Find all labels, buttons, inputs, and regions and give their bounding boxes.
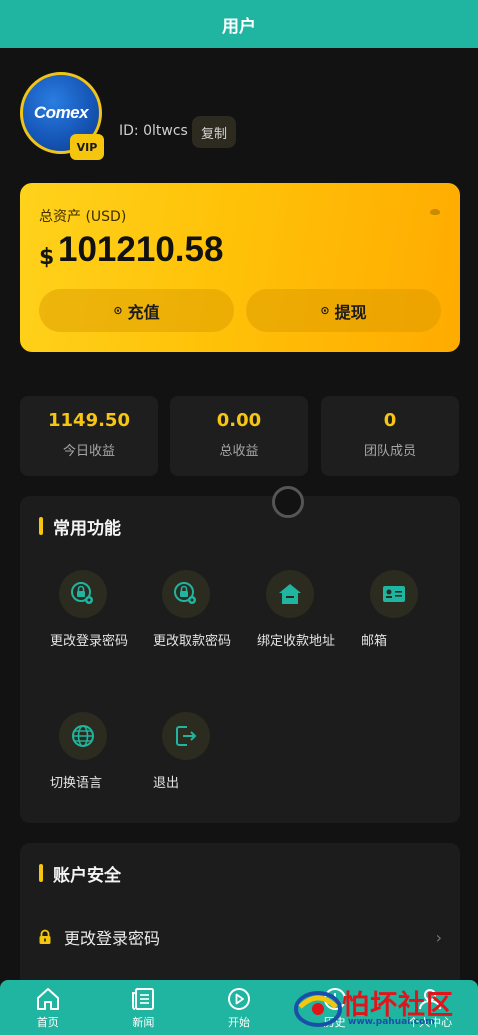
stat-value: 1149.50 bbox=[48, 410, 130, 431]
tab-news[interactable]: 新闻 bbox=[96, 980, 192, 1035]
globe-icon bbox=[59, 712, 107, 760]
stat-label: 今日收益 bbox=[62, 444, 115, 459]
history-icon bbox=[323, 988, 346, 1010]
account-security-card: 账户安全 更改登录密码 › bbox=[20, 843, 460, 1003]
copy-id-button[interactable]: 复制 bbox=[192, 116, 237, 148]
stat-value: 0 bbox=[383, 410, 397, 431]
func-email[interactable]: 邮箱 bbox=[361, 570, 451, 654]
tab-label: 历史 bbox=[323, 1016, 346, 1029]
total-assets-card: 总资产 (USD) $ 101210.58 ⊙ 充值 ⊙ 提现 bbox=[20, 183, 460, 352]
func-change-withdraw-password[interactable]: 更改取款密码 bbox=[153, 570, 243, 654]
tab-history[interactable]: 历史 bbox=[287, 980, 383, 1035]
security-row-label: 更改登录密码 bbox=[64, 929, 161, 948]
func-label: 邮箱 bbox=[361, 634, 388, 649]
func-change-login-password[interactable]: 更改登录密码 bbox=[50, 570, 140, 654]
tab-profile[interactable]: 个人中心 bbox=[382, 980, 478, 1035]
chevron-right-icon: › bbox=[435, 927, 442, 947]
withdraw-icon: ⊙ bbox=[320, 304, 330, 317]
stat-total-earnings: 0.00 总收益 bbox=[170, 396, 308, 476]
news-icon bbox=[132, 988, 155, 1010]
lock-icon bbox=[38, 929, 52, 945]
app-header: 用户 bbox=[0, 0, 478, 48]
total-assets-amount: 101210.58 bbox=[58, 230, 224, 269]
func-label: 更改登录密码 bbox=[50, 634, 129, 649]
page-title: 用户 bbox=[222, 16, 256, 37]
loading-spinner bbox=[272, 486, 304, 518]
vip-badge: VIP bbox=[70, 134, 104, 160]
user-icon bbox=[419, 989, 442, 1010]
tab-label: 首页 bbox=[36, 1016, 59, 1029]
func-label: 更改取款密码 bbox=[153, 634, 232, 649]
user-id: ID: 0ltwcs bbox=[119, 123, 188, 139]
total-assets-label: 总资产 (USD) bbox=[39, 209, 127, 225]
recharge-label: 充值 bbox=[127, 302, 160, 322]
bottom-tab-bar: 首页 新闻 开始 历史 个人中心 bbox=[0, 980, 478, 1035]
security-row-change-login-password[interactable]: 更改登录密码 › bbox=[38, 923, 442, 951]
stat-today-earnings: 1149.50 今日收益 bbox=[20, 396, 158, 476]
tab-label: 个人中心 bbox=[408, 1016, 453, 1029]
common-functions-card: 常用功能 更改登录密码 更改取款密码 绑定收款地址 邮箱 切换语言 退出 bbox=[20, 496, 460, 823]
stat-label: 团队成员 bbox=[363, 444, 416, 459]
play-icon bbox=[227, 988, 250, 1010]
tab-home[interactable]: 首页 bbox=[0, 980, 96, 1035]
logout-icon bbox=[162, 712, 210, 760]
tab-start[interactable]: 开始 bbox=[191, 980, 287, 1035]
section-title: 常用功能 bbox=[39, 516, 121, 539]
stat-value: 0.00 bbox=[216, 410, 262, 431]
currency-symbol: $ bbox=[39, 245, 55, 270]
section-title: 账户安全 bbox=[39, 863, 121, 886]
tab-label: 开始 bbox=[227, 1016, 250, 1029]
lock-gear-icon bbox=[162, 570, 210, 618]
eye-icon[interactable] bbox=[430, 209, 440, 215]
recharge-icon: ⊙ bbox=[113, 304, 123, 317]
func-label: 退出 bbox=[153, 776, 180, 791]
profile-section: Comex VIP ID: 0ltwcs 复制 bbox=[20, 72, 460, 162]
func-logout[interactable]: 退出 bbox=[153, 712, 243, 796]
func-switch-language[interactable]: 切换语言 bbox=[50, 712, 140, 796]
lock-gear-icon bbox=[59, 570, 107, 618]
avatar-logo-text: Comex bbox=[33, 103, 89, 122]
stat-label: 总收益 bbox=[219, 444, 259, 459]
house-icon bbox=[266, 570, 314, 618]
withdraw-button[interactable]: ⊙ 提现 bbox=[246, 289, 441, 332]
stat-team-members: 0 团队成员 bbox=[321, 396, 459, 476]
id-card-icon bbox=[370, 570, 418, 618]
func-label: 绑定收款地址 bbox=[257, 634, 336, 649]
withdraw-label: 提现 bbox=[334, 302, 367, 322]
func-label: 切换语言 bbox=[50, 776, 103, 791]
tab-label: 新闻 bbox=[132, 1016, 155, 1029]
home-icon bbox=[36, 988, 59, 1010]
recharge-button[interactable]: ⊙ 充值 bbox=[39, 289, 234, 332]
func-bind-address[interactable]: 绑定收款地址 bbox=[257, 570, 347, 654]
